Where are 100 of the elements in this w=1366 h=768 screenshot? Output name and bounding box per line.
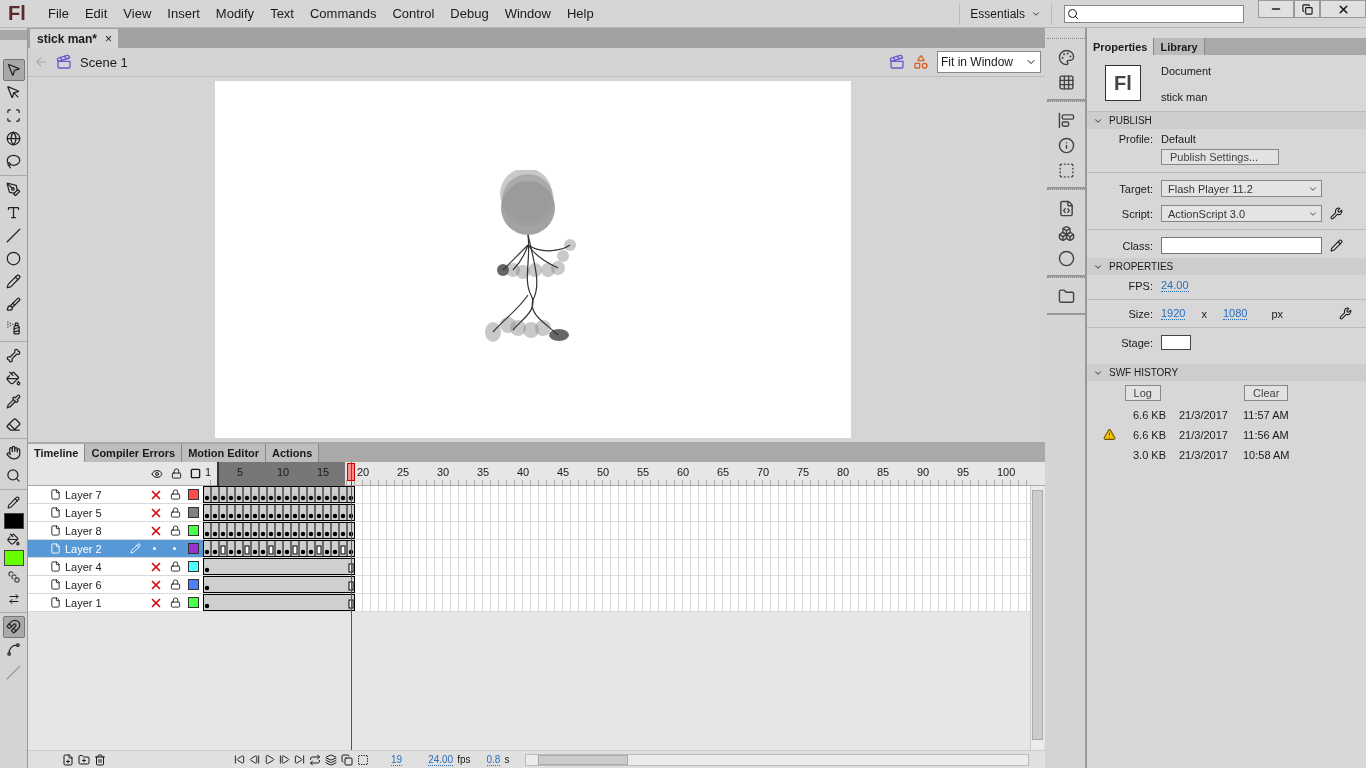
height-value[interactable]: 1080 (1223, 307, 1248, 320)
paint-bucket-icon[interactable] (7, 533, 20, 546)
panel-tab[interactable]: Motion Editor (182, 444, 267, 462)
workspace-switcher[interactable]: Essentials (959, 2, 1052, 25)
pencil-icon[interactable] (1330, 239, 1343, 252)
publish-settings-button[interactable]: Publish Settings... (1161, 149, 1279, 165)
menu-item[interactable]: Control (384, 6, 443, 21)
loop-icon[interactable] (309, 753, 321, 766)
current-frame[interactable]: 19 (391, 753, 403, 766)
lock-icon[interactable] (170, 489, 181, 500)
layer-row[interactable]: Layer 6 (28, 576, 203, 594)
layer-color-swatch[interactable] (188, 561, 199, 572)
horizontal-scrollbar[interactable] (525, 753, 1029, 766)
layer-color-swatch[interactable] (188, 525, 199, 536)
lock-icon[interactable] (170, 561, 181, 572)
lock-icon[interactable] (170, 507, 181, 518)
clear-button[interactable]: Clear (1244, 385, 1289, 401)
menu-item[interactable]: Insert (159, 6, 208, 21)
lock-icon[interactable] (171, 468, 182, 479)
last-frame-icon[interactable] (294, 754, 305, 765)
panel-tab[interactable]: Compiler Errors (85, 444, 183, 462)
elapsed-time[interactable]: 0.8 (486, 753, 501, 766)
onion-skin-icon[interactable] (325, 753, 337, 766)
play-icon[interactable] (264, 754, 275, 765)
vertical-scrollbar[interactable] (1030, 486, 1043, 750)
panel-tab[interactable]: Timeline (28, 444, 86, 462)
close-tab-button[interactable]: × (105, 31, 113, 46)
first-frame-icon[interactable] (234, 754, 245, 765)
wrench-icon[interactable] (1339, 307, 1353, 320)
step-back-icon[interactable] (249, 754, 260, 765)
log-button[interactable]: Log (1124, 385, 1161, 401)
align-icon[interactable] (1057, 112, 1075, 129)
pencil-icon[interactable] (7, 496, 20, 509)
menu-item[interactable]: Modify (207, 6, 263, 21)
restore-button[interactable] (1294, 0, 1320, 18)
search-field[interactable] (1064, 4, 1244, 23)
minimize-button[interactable] (1258, 0, 1294, 18)
tool-button[interactable] (2, 58, 25, 81)
eye-icon[interactable] (151, 467, 163, 480)
wrench-icon[interactable] (1330, 207, 1343, 220)
step-forward-icon[interactable] (279, 754, 290, 765)
script-dropdown[interactable]: ActionScript 3.0 (1161, 205, 1322, 222)
stage-color-swatch[interactable] (1161, 335, 1191, 350)
layer-row[interactable]: Layer 7 (28, 486, 203, 504)
zoom-dropdown[interactable]: Fit in Window (937, 51, 1041, 73)
panel-tab[interactable]: Library (1154, 38, 1205, 55)
document-tab[interactable]: stick man* × (30, 29, 119, 48)
color-swatch[interactable] (3, 513, 24, 529)
close-button[interactable] (1320, 0, 1366, 18)
class-field[interactable] (1161, 237, 1322, 254)
menu-item[interactable]: File (40, 6, 77, 21)
edit-symbols-icon[interactable] (913, 54, 929, 70)
delete-icon[interactable] (94, 753, 106, 766)
layer-color-swatch[interactable] (188, 489, 199, 500)
edit-multiple-icon[interactable] (357, 753, 369, 766)
edit-scene-icon[interactable] (889, 54, 905, 70)
layer-color-swatch[interactable] (188, 543, 199, 554)
color-swatch[interactable] (3, 550, 24, 566)
info-icon[interactable] (1057, 137, 1075, 154)
code-icon[interactable] (1057, 200, 1075, 217)
outline-icon[interactable] (190, 468, 201, 479)
menu-item[interactable]: View (115, 6, 160, 21)
swap-colors-icon[interactable] (7, 593, 20, 605)
lock-icon[interactable] (170, 597, 181, 608)
folder-icon[interactable] (1057, 288, 1075, 305)
target-dropdown[interactable]: Flash Player 11.2 (1161, 180, 1322, 197)
menu-item[interactable]: Debug (442, 6, 497, 21)
layer-row[interactable]: Layer 5 (28, 504, 203, 522)
new-folder-icon[interactable] (78, 753, 90, 766)
width-value[interactable]: 1920 (1161, 307, 1186, 320)
unlocked-dot[interactable] (173, 547, 176, 550)
layer-row[interactable]: Layer 1 (28, 594, 203, 612)
menu-item[interactable]: Text (262, 6, 302, 21)
panel-tab[interactable]: Properties (1087, 38, 1155, 55)
section-header[interactable]: SWF HISTORY (1087, 364, 1366, 381)
layer-row[interactable]: Layer 4 (28, 558, 203, 576)
panel-tab[interactable]: Actions (266, 444, 320, 462)
section-header[interactable]: PROPERTIES (1087, 258, 1366, 275)
layer-color-swatch[interactable] (188, 507, 199, 518)
default-colors-icon[interactable] (7, 571, 20, 583)
visible-dot[interactable] (153, 547, 156, 550)
boxes-icon[interactable] (1057, 225, 1075, 242)
onion-outline-icon[interactable] (341, 753, 353, 766)
frame-rate[interactable]: 24.00 (428, 753, 454, 766)
tool-button[interactable] (2, 615, 25, 638)
lock-icon[interactable] (170, 525, 181, 536)
fps-value[interactable]: 24.00 (1161, 279, 1189, 292)
transform-icon[interactable] (1057, 162, 1075, 179)
section-header[interactable]: PUBLISH (1087, 112, 1366, 129)
menu-item[interactable]: Edit (76, 6, 116, 21)
layer-row[interactable]: Layer 8 (28, 522, 203, 540)
menu-item[interactable]: Window (496, 6, 559, 21)
layer-color-swatch[interactable] (188, 597, 199, 608)
layer-color-swatch[interactable] (188, 579, 199, 590)
menu-item[interactable]: Commands (301, 6, 385, 21)
menu-item[interactable]: Help (558, 6, 602, 21)
new-layer-icon[interactable] (62, 753, 74, 766)
palette-icon[interactable] (1057, 49, 1075, 66)
lock-icon[interactable] (170, 579, 181, 590)
grid-icon[interactable] (1057, 74, 1075, 91)
